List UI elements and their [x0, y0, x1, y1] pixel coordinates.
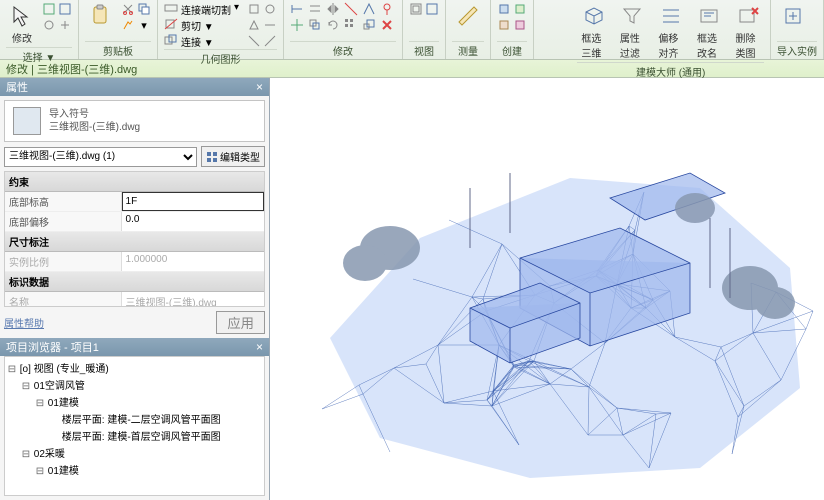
- ribbon-group-create: 创建: [491, 0, 534, 59]
- rotate-icon[interactable]: [326, 18, 340, 32]
- g4-icon[interactable]: [263, 18, 277, 32]
- tree-node[interactable]: ⊟ 01建模: [7, 393, 262, 410]
- ribbon-group-modify: 修改: [284, 0, 403, 59]
- split-icon[interactable]: [344, 2, 358, 16]
- g6-icon[interactable]: [263, 34, 277, 48]
- v2-icon[interactable]: [425, 2, 439, 16]
- bm-delete-button[interactable]: 删除类图: [731, 2, 764, 62]
- group-label-modify: 修改: [290, 41, 396, 59]
- type-preview[interactable]: 导入符号 三维视图-(三维).dwg: [4, 100, 265, 142]
- array-icon[interactable]: [344, 18, 358, 32]
- ribbon-group-geometry: 连接端切割▾ 剪切 ▼ 连接 ▼ 几何图形: [158, 0, 284, 59]
- left-column: 属性 × 导入符号 三维视图-(三维).dwg 三维视图-(三维).dwg (1…: [0, 78, 270, 500]
- g1-icon[interactable]: [247, 2, 261, 16]
- offset-icon[interactable]: [308, 2, 322, 16]
- g5-icon[interactable]: [247, 34, 261, 48]
- group-label-geometry: 几何图形: [164, 49, 277, 67]
- edit-type-button[interactable]: 编辑类型: [201, 146, 265, 167]
- context-tab-label: 修改 | 三维视图-(三维).dwg: [6, 61, 137, 77]
- delete-icon[interactable]: [380, 18, 394, 32]
- edit-icon: [206, 151, 218, 163]
- group-label-create: 创建: [497, 41, 527, 59]
- group-label-clipboard: 剪贴板: [85, 41, 151, 59]
- g2-icon[interactable]: [263, 2, 277, 16]
- type-selector[interactable]: 三维视图-(三维).dwg (1): [4, 147, 197, 167]
- bm-filter-button[interactable]: 属性过滤: [616, 2, 649, 62]
- c2-icon[interactable]: [513, 2, 527, 16]
- table-row: 底部偏移0.0: [5, 212, 264, 232]
- ribbon-group-select: 修改 选择 ▼: [0, 0, 79, 59]
- bm-3dselect-button[interactable]: 框选三维: [577, 2, 610, 62]
- select-small-icons: [42, 2, 72, 32]
- base-level-input[interactable]: [122, 192, 264, 211]
- v1-icon[interactable]: [409, 2, 423, 16]
- group-label-import: 导入实例: [777, 41, 817, 59]
- icon-a[interactable]: [42, 2, 56, 16]
- cat-id[interactable]: 标识数据: [5, 272, 264, 292]
- move-icon[interactable]: [290, 18, 304, 32]
- cut-geom-button[interactable]: 剪切 ▼: [164, 18, 239, 33]
- scale-icon[interactable]: [362, 18, 376, 32]
- cat-constraint[interactable]: 约束: [5, 172, 264, 192]
- ribbon-group-clipboard: ▾ 剪贴板: [79, 0, 158, 59]
- apply-button[interactable]: 应用: [216, 311, 265, 334]
- group-label-measure: 测量: [452, 41, 484, 59]
- 3d-view-canvas[interactable]: [270, 78, 824, 500]
- tree-node[interactable]: ⊟ [o] 视图 (专业_暖通): [7, 359, 262, 376]
- main-area: 属性 × 导入符号 三维视图-(三维).dwg 三维视图-(三维).dwg (1…: [0, 78, 824, 500]
- table-row: 名称三维视图-(三维).dwg: [5, 292, 264, 307]
- table-row: 实例比例1.000000: [5, 252, 264, 272]
- geom-small: [247, 2, 277, 48]
- icon-b[interactable]: [58, 2, 72, 16]
- table-row: 底部标高: [5, 192, 264, 212]
- pin-icon[interactable]: [380, 2, 394, 16]
- join-geom-button[interactable]: 连接 ▼: [164, 34, 239, 49]
- browser-title[interactable]: 项目浏览器 - 项目1 ×: [0, 338, 269, 356]
- mirror-icon[interactable]: [326, 2, 340, 16]
- copy-icon[interactable]: [137, 2, 151, 16]
- cope-button[interactable]: 连接端切割▾: [164, 2, 239, 17]
- cut-icon[interactable]: [121, 2, 135, 16]
- import-button[interactable]: [777, 2, 809, 30]
- properties-help-link[interactable]: 属性帮助: [4, 315, 44, 330]
- close-icon[interactable]: ×: [256, 80, 263, 94]
- align-icon[interactable]: [290, 2, 304, 16]
- ribbon: 修改 选择 ▼ ▾ 剪贴板: [0, 0, 824, 60]
- cat-dim[interactable]: 尺寸标注: [5, 232, 264, 252]
- c4-icon[interactable]: [513, 18, 527, 32]
- brush-icon[interactable]: ▾: [137, 18, 151, 32]
- ribbon-group-measure: 测量: [446, 0, 491, 59]
- ribbon-group-view: 视图: [403, 0, 446, 59]
- match-icon[interactable]: [121, 18, 135, 32]
- tree-node[interactable]: ⊟ 01建模: [7, 461, 262, 478]
- properties-title[interactable]: 属性 ×: [0, 78, 269, 96]
- tree-node[interactable]: 楼层平面: 建模-二层空调风管平面图: [7, 410, 262, 427]
- measure-button[interactable]: [452, 2, 484, 30]
- tree-node[interactable]: ⊟ 02采暖: [7, 444, 262, 461]
- group-label-view: 视图: [409, 41, 439, 59]
- icon-d[interactable]: [58, 18, 72, 32]
- copy2-icon[interactable]: [308, 18, 322, 32]
- bm-rename-button[interactable]: 框选改名: [693, 2, 726, 62]
- trim-icon[interactable]: [362, 2, 376, 16]
- clipboard-small-icons: ▾: [121, 2, 151, 32]
- project-browser-tree[interactable]: ⊟ [o] 视图 (专业_暖通)⊟ 01空调风管⊟ 01建模 楼层平面: 建模-…: [4, 356, 265, 496]
- icon-c[interactable]: [42, 18, 56, 32]
- c3-icon[interactable]: [497, 18, 511, 32]
- properties-grid[interactable]: 约束 底部标高 底部偏移0.0 尺寸标注 实例比例1.000000 标识数据 名…: [4, 171, 265, 307]
- bm-offset-button[interactable]: 偏移对齐: [654, 2, 687, 62]
- c1-icon[interactable]: [497, 2, 511, 16]
- modify-button[interactable]: 修改: [6, 2, 38, 47]
- tree-node[interactable]: 楼层平面: 建模-首层空调风管平面图: [7, 427, 262, 444]
- ribbon-group-import: 导入实例: [771, 0, 824, 59]
- thumb-icon: [13, 107, 41, 135]
- paste-button[interactable]: [85, 2, 117, 30]
- g3-icon[interactable]: [247, 18, 261, 32]
- ribbon-group-bm: 框选三维 属性过滤 偏移对齐 框选改名 删除类图 建模大师 (通用): [571, 0, 771, 59]
- close-icon[interactable]: ×: [256, 340, 263, 354]
- tree-node[interactable]: ⊟ 01空调风管: [7, 376, 262, 393]
- family-text: 导入符号 三维视图-(三维).dwg: [49, 108, 140, 134]
